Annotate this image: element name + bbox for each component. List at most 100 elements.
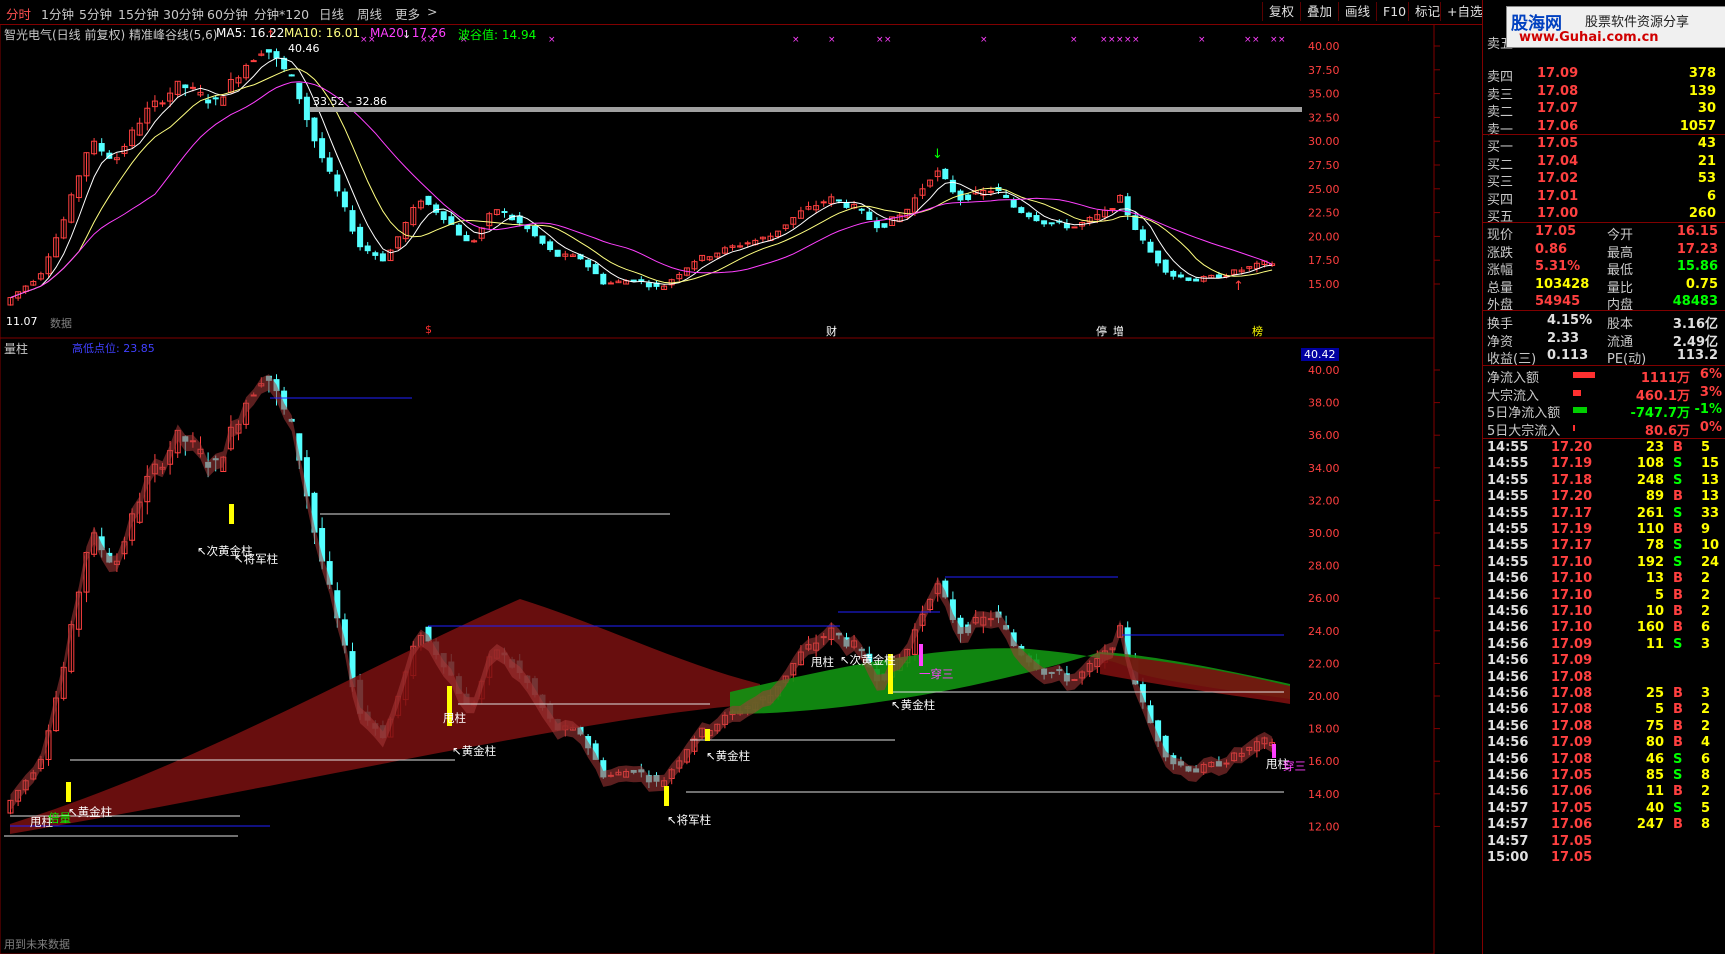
candle-body bbox=[311, 117, 318, 142]
tab-5min[interactable]: 5分钟 bbox=[79, 4, 112, 23]
order-volume: 21 bbox=[1697, 153, 1716, 169]
quote-row: 总量 103428 量比 0.75 bbox=[1483, 276, 1725, 296]
candle-body bbox=[1155, 250, 1162, 264]
trade-price: 17.06 bbox=[1551, 817, 1593, 833]
tab-60min[interactable]: 60分钟 bbox=[207, 4, 248, 23]
info-row: 收益(三) 0.113 PE(动) 113.2 bbox=[1483, 347, 1725, 367]
chart-annotation: 甩柱 bbox=[443, 711, 466, 725]
tab-fenshi[interactable]: 分时 bbox=[6, 4, 31, 23]
trade-price: 17.08 bbox=[1551, 751, 1593, 767]
chart-annotation: ↖将军柱 bbox=[667, 813, 712, 827]
sell-level-row[interactable]: 卖四 17.09 378 bbox=[1483, 65, 1725, 85]
buy-level-row[interactable]: 买一 17.05 43 bbox=[1483, 135, 1725, 155]
candle-body bbox=[1193, 278, 1200, 282]
candle-body bbox=[531, 225, 538, 237]
chart-annotation: ↖次黄金柱 bbox=[840, 653, 896, 667]
trade-count: 6 bbox=[1701, 751, 1711, 767]
flow-percent: 0% bbox=[1699, 419, 1722, 435]
chart-annotation: ↖黄金柱 bbox=[68, 805, 113, 819]
kline-chart-area[interactable]: × × × × × × × × × × × × × × × × × × × × × × ↓ ↑ ↑ ↓ 40.00 37.50 35.… bbox=[0, 24, 1482, 954]
trade-time: 14:55 bbox=[1487, 522, 1529, 537]
sell-level-row[interactable]: 卖三 17.08 139 bbox=[1483, 83, 1725, 103]
candle-body bbox=[265, 49, 272, 53]
trade-price: 17.10 bbox=[1551, 604, 1593, 619]
tab-15min[interactable]: 15分钟 bbox=[118, 4, 159, 23]
trade-time: 14:55 bbox=[1487, 505, 1529, 521]
trade-time: 14:56 bbox=[1487, 702, 1529, 718]
chevron-right-icon[interactable]: > bbox=[427, 4, 437, 19]
trade-volume: 80 bbox=[1645, 735, 1664, 751]
fuquan-button[interactable]: 复权 bbox=[1262, 2, 1300, 21]
star-marker: × bbox=[792, 35, 800, 45]
trade-side: S bbox=[1673, 538, 1683, 554]
event-marker[interactable]: 财 bbox=[826, 323, 837, 339]
upper-axis-label: 17.50 bbox=[1308, 254, 1340, 267]
ma-line-20 bbox=[10, 81, 1273, 299]
current-price-tag: 40.42 bbox=[1301, 348, 1339, 361]
order-price: 17.07 bbox=[1537, 101, 1579, 117]
trade-volume: 46 bbox=[1645, 751, 1664, 767]
trade-time: 14:56 bbox=[1487, 718, 1529, 734]
trade-volume: 23 bbox=[1645, 440, 1664, 455]
golden-bar bbox=[705, 729, 710, 741]
tab-more[interactable]: 更多 bbox=[395, 4, 420, 23]
peak-price-label: 40.46 bbox=[288, 42, 320, 55]
candle-body bbox=[820, 201, 827, 204]
buy-level-row[interactable]: 买四 17.01 6 bbox=[1483, 188, 1725, 208]
trade-price: 17.09 bbox=[1551, 636, 1593, 652]
lower-pane-group bbox=[4, 374, 1290, 837]
event-marker[interactable]: 增 bbox=[1113, 323, 1124, 339]
trade-side: S bbox=[1673, 768, 1683, 783]
kline-chart-svg[interactable]: × × × × × × × × × × × × × × × × × × × × × ×↓↑↑ ↓ 40.0037.5035.… bbox=[0, 24, 1482, 954]
overlay-button[interactable]: 叠加 bbox=[1300, 2, 1338, 21]
trade-price: 17.10 bbox=[1551, 554, 1593, 570]
trade-volume: 78 bbox=[1645, 538, 1664, 554]
buy-level-row[interactable]: 买二 17.04 21 bbox=[1483, 153, 1725, 173]
f10-button[interactable]: F10 bbox=[1376, 2, 1412, 21]
order-volume: 260 bbox=[1688, 206, 1716, 222]
sell-level-row[interactable]: 卖二 17.07 30 bbox=[1483, 100, 1725, 120]
ma20-label: MA20: 17.26 bbox=[370, 26, 447, 40]
trade-price: 17.17 bbox=[1551, 538, 1593, 554]
trade-time: 14:55 bbox=[1487, 489, 1529, 505]
info-row: 净资 2.33 流通 2.49亿 bbox=[1483, 330, 1725, 350]
candle-body bbox=[835, 199, 842, 202]
trade-count: 3 bbox=[1701, 686, 1711, 701]
event-marker[interactable]: 榜 bbox=[1252, 323, 1263, 339]
tab-daily[interactable]: 日线 bbox=[319, 4, 344, 23]
trade-volume: 5 bbox=[1654, 587, 1664, 603]
star-marker: × bbox=[884, 35, 892, 45]
magenta-bar bbox=[919, 644, 923, 666]
event-marker[interactable]: 停 bbox=[1096, 323, 1107, 339]
trade-count: 8 bbox=[1701, 817, 1711, 833]
buy-level-row[interactable]: 买三 17.02 53 bbox=[1483, 170, 1725, 190]
trade-time: 14:56 bbox=[1487, 751, 1529, 767]
trade-count: 10 bbox=[1701, 538, 1720, 554]
order-price: 17.09 bbox=[1537, 66, 1579, 82]
tab-30min[interactable]: 30分钟 bbox=[163, 4, 204, 23]
draw-line-button[interactable]: 画线 bbox=[1338, 2, 1376, 21]
tab-weekly[interactable]: 周线 bbox=[357, 4, 382, 23]
quote-value: 17.05 bbox=[1535, 224, 1577, 239]
trade-side: B bbox=[1673, 686, 1683, 701]
ma10-label: MA10: 16.01 bbox=[284, 26, 361, 40]
candle-body bbox=[273, 51, 280, 59]
candle-body bbox=[212, 97, 219, 100]
trade-volume: 108 bbox=[1636, 456, 1664, 472]
candle-body bbox=[250, 60, 257, 63]
trade-price: 17.08 bbox=[1551, 669, 1593, 685]
chart-annotation: 甩柱 bbox=[811, 655, 834, 669]
trade-time: 14:56 bbox=[1487, 768, 1529, 783]
lower-axis-label: 34.00 bbox=[1308, 462, 1340, 475]
quote-value: 0.86 bbox=[1535, 241, 1568, 257]
chart-title: 智光电气(日线 前复权) 精准峰谷线(5,6) bbox=[4, 28, 218, 42]
trade-volume: 248 bbox=[1636, 472, 1664, 488]
candle-body bbox=[1177, 274, 1184, 278]
tab-120min[interactable]: 分钟*120 bbox=[254, 4, 309, 23]
quote-value: 54945 bbox=[1535, 294, 1581, 310]
trade-volume: 11 bbox=[1645, 784, 1664, 800]
event-marker[interactable]: $ bbox=[425, 323, 432, 336]
tab-1min[interactable]: 1分钟 bbox=[41, 4, 74, 23]
trade-count: 4 bbox=[1701, 735, 1711, 751]
candle-body bbox=[638, 279, 645, 282]
